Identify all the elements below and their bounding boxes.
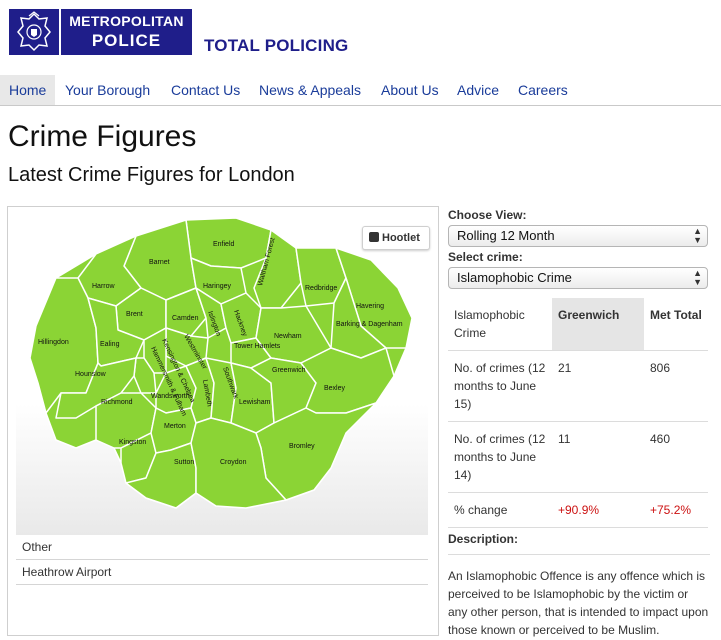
map-label-bexley: Bexley	[324, 385, 346, 392]
row-label: No. of crimes (12 months to June 14)	[448, 421, 552, 493]
map-label-greenwich: Greenwich	[272, 367, 306, 374]
main-nav: Home Your Borough Contact Us News & Appe…	[0, 75, 721, 106]
police-crest-icon[interactable]	[9, 9, 59, 55]
extra-areas-list: Other Heathrow Airport	[16, 535, 428, 585]
map-label-bromley: Bromley	[289, 443, 315, 450]
description-text: An Islamophobic Offence is any offence w…	[448, 569, 709, 637]
table-header-row: Islamophobic Crime Greenwich Met Total	[448, 298, 708, 351]
view-select-value: Rolling 12 Month	[457, 228, 555, 243]
row-total-value: 806	[644, 350, 708, 422]
map-label-wandsworth: Wandsworth	[151, 393, 190, 400]
borough-map[interactable]: Enfield Barnet Harrow Haringey Waltham F…	[16, 208, 430, 535]
header-met-total: Met Total	[644, 298, 708, 351]
select-arrows-icon: ▲ ▼	[693, 268, 702, 287]
row-borough-value: 11	[552, 421, 644, 493]
map-label-redbridge: Redbridge	[305, 285, 337, 292]
area-row-other[interactable]: Other	[16, 535, 428, 560]
crime-select[interactable]: Islamophobic Crime ▲ ▼	[448, 267, 708, 289]
map-label-newham: Newham	[274, 333, 302, 340]
hootlet-owl-icon	[369, 232, 379, 242]
nav-careers[interactable]: Careers	[509, 75, 577, 105]
hootlet-label: Hootlet	[382, 232, 420, 244]
map-label-haringey: Haringey	[203, 283, 232, 290]
table-row: % change +90.9% +75.2%	[448, 492, 708, 528]
nav-contact-us[interactable]: Contact Us	[162, 75, 249, 105]
row-label: % change	[448, 492, 552, 528]
logo-text-police: POLICE	[91, 31, 162, 50]
map-label-camden: Camden	[172, 315, 199, 322]
row-total-change: +75.2%	[644, 492, 708, 528]
row-total-value: 460	[644, 421, 708, 493]
map-label-richmond: Richmond	[101, 399, 133, 406]
site-header: METROPOLITAN POLICE TOTAL POLICING	[0, 0, 721, 72]
map-label-hounslow: Hounslow	[75, 371, 107, 378]
map-label-kingston: Kingston	[119, 439, 146, 446]
hootlet-button[interactable]: Hootlet	[362, 226, 430, 250]
header-crime-type: Islamophobic Crime	[448, 298, 552, 351]
nav-label: Contact Us	[171, 82, 241, 98]
choose-view-label: Choose View:	[448, 208, 527, 222]
map-label-merton: Merton	[164, 423, 186, 430]
nav-label: Home	[9, 82, 47, 98]
row-label: No. of crimes (12 months to June 15)	[448, 350, 552, 422]
page-subtitle: Latest Crime Figures for London	[8, 164, 295, 186]
map-label-enfield: Enfield	[213, 241, 235, 248]
map-label-lewisham: Lewisham	[239, 399, 271, 406]
borough-bexley	[300, 347, 395, 414]
map-label-ealing: Ealing	[100, 341, 120, 348]
map-label-tower-hamlets: Tower Hamlets	[234, 343, 281, 350]
map-label-brent: Brent	[126, 311, 143, 318]
description-divider	[448, 554, 710, 555]
description-label: Description:	[448, 532, 519, 546]
crime-select-value: Islamophobic Crime	[457, 270, 572, 285]
map-label-havering: Havering	[356, 303, 384, 310]
nav-label: Your Borough	[65, 82, 151, 98]
nav-label: Careers	[518, 82, 568, 98]
london-map-svg[interactable]: Enfield Barnet Harrow Haringey Waltham F…	[16, 208, 428, 535]
met-police-logo[interactable]: METROPOLITAN POLICE	[61, 9, 192, 55]
crime-stats-table: Islamophobic Crime Greenwich Met Total N…	[448, 298, 708, 528]
map-label-harrow: Harrow	[92, 283, 116, 290]
borough-map-panel: Enfield Barnet Harrow Haringey Waltham F…	[7, 206, 439, 636]
nav-label: About Us	[381, 82, 439, 98]
area-row-heathrow[interactable]: Heathrow Airport	[16, 560, 428, 585]
map-label-barnet: Barnet	[149, 259, 170, 266]
map-label-hillingdon: Hillingdon	[38, 339, 69, 346]
nav-news-appeals[interactable]: News & Appeals	[250, 75, 370, 105]
table-row: No. of crimes (12 months to June 15) 21 …	[448, 350, 708, 422]
map-label-croydon: Croydon	[220, 459, 247, 466]
nav-about-us[interactable]: About Us	[372, 75, 448, 105]
select-arrows-icon: ▲ ▼	[693, 226, 702, 245]
header-borough: Greenwich	[552, 298, 644, 351]
nav-home[interactable]: Home	[0, 75, 55, 105]
view-select[interactable]: Rolling 12 Month ▲ ▼	[448, 225, 708, 247]
page-title: Crime Figures	[8, 120, 197, 153]
nav-advice[interactable]: Advice	[448, 75, 508, 105]
map-label-barking-dagenham: Barking & Dagenham	[336, 321, 403, 328]
nav-label: News & Appeals	[259, 82, 361, 98]
row-borough-value: 21	[552, 350, 644, 422]
nav-your-borough[interactable]: Your Borough	[56, 75, 159, 105]
select-crime-label: Select crime:	[448, 250, 523, 264]
logo-text-metropolitan: METROPOLITAN	[69, 13, 184, 29]
tagline: TOTAL POLICING	[204, 36, 349, 55]
row-borough-change: +90.9%	[552, 492, 644, 528]
table-row: No. of crimes (12 months to June 14) 11 …	[448, 421, 708, 493]
nav-label: Advice	[457, 82, 500, 98]
map-label-sutton: Sutton	[174, 459, 194, 466]
